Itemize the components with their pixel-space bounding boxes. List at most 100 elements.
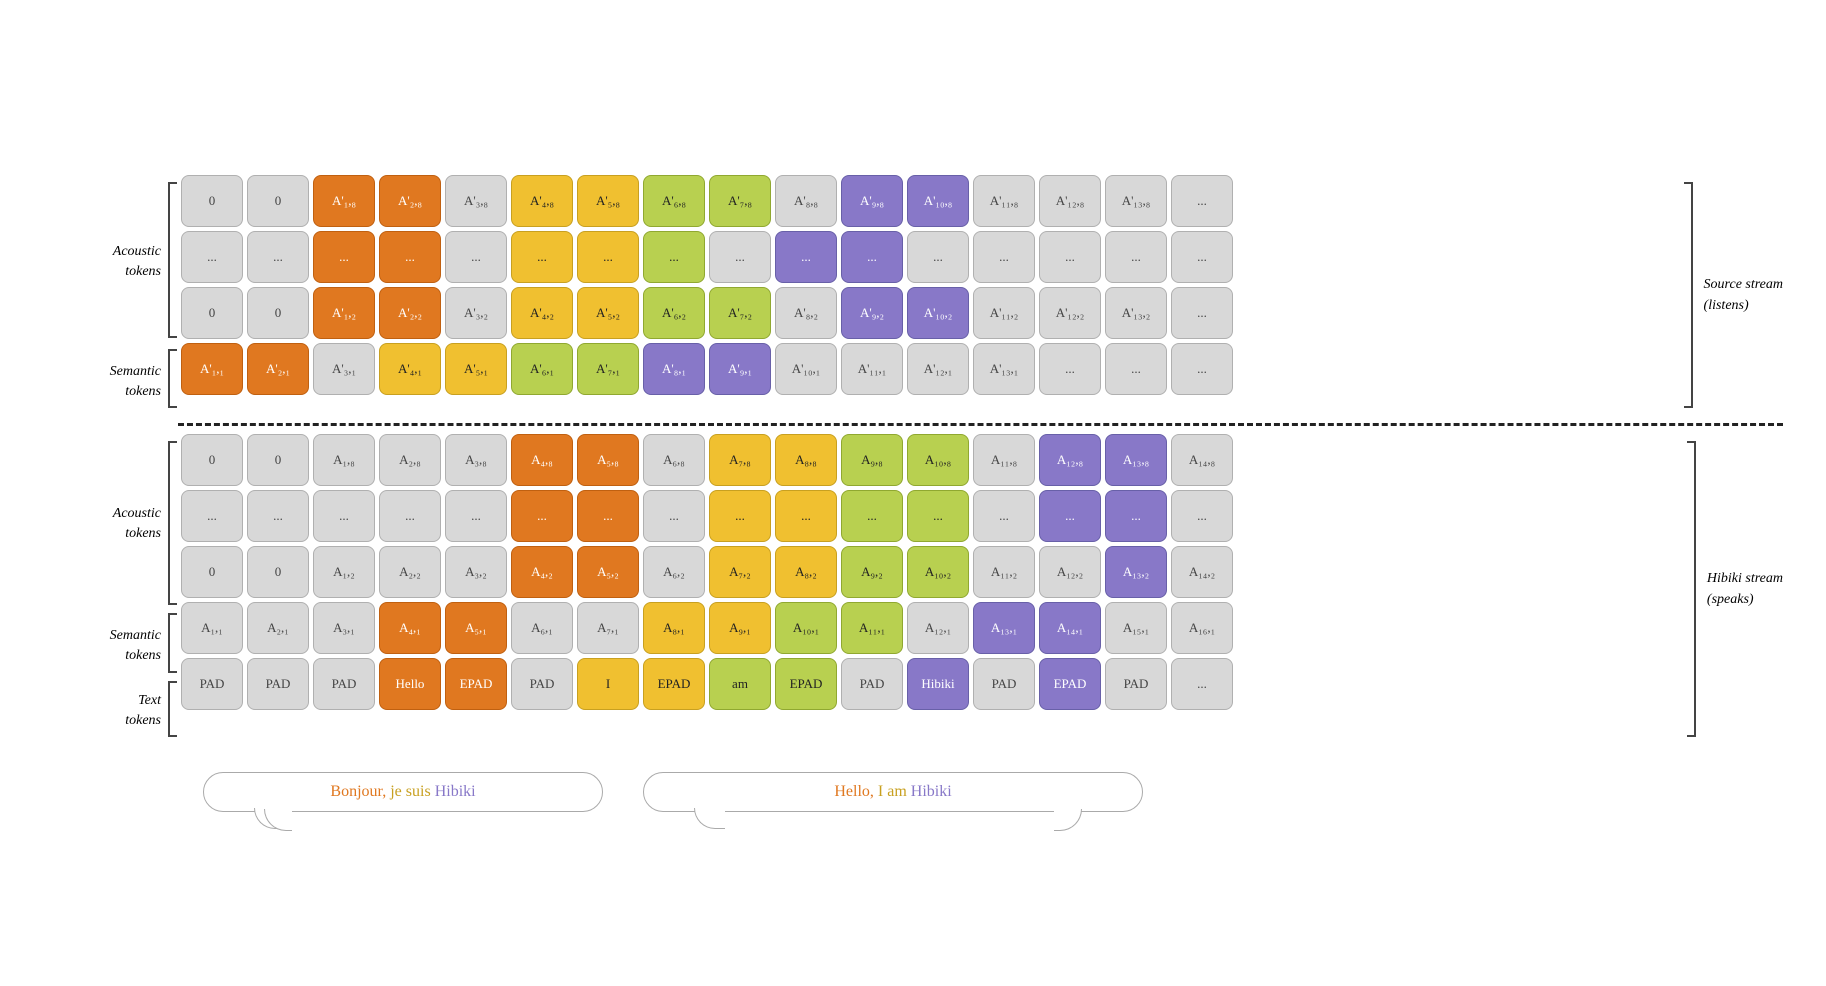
token-cell: A₇,₁ bbox=[577, 602, 639, 654]
acoustic-label-bottom: Acoustictokens bbox=[113, 436, 161, 611]
token-cell: Hello bbox=[379, 658, 441, 710]
token-cell: A₈,₁ bbox=[643, 602, 705, 654]
token-cell: PAD bbox=[841, 658, 903, 710]
token-cell: A'₁₀,₈ bbox=[907, 175, 969, 227]
speech-bubble-left: Bonjour, je suis Hibiki bbox=[203, 772, 603, 812]
token-cell: ... bbox=[379, 231, 441, 283]
token-cell: A₂,₈ bbox=[379, 434, 441, 486]
token-cell: A₃,₈ bbox=[445, 434, 507, 486]
token-cell: 0 bbox=[247, 434, 309, 486]
token-cell: A₁₄,₂ bbox=[1171, 546, 1233, 598]
token-cell: A₉,₁ bbox=[709, 602, 771, 654]
top-section: Acoustictokens Semantictokens 00A'₁,₈A'₂… bbox=[43, 175, 1783, 415]
token-cell: A'₇,₁ bbox=[577, 343, 639, 395]
token-cell: ... bbox=[775, 490, 837, 542]
token-cell: ... bbox=[709, 490, 771, 542]
token-cell: am bbox=[709, 658, 771, 710]
bottom-labels: Acoustictokens Semantictokens Texttokens bbox=[43, 434, 163, 744]
bot-acoustic-row2: ........................................… bbox=[181, 490, 1681, 542]
token-cell: A₁,₂ bbox=[313, 546, 375, 598]
token-cell: A₆,₂ bbox=[643, 546, 705, 598]
token-cell: ... bbox=[1171, 287, 1233, 339]
token-cell: A'₆,₁ bbox=[511, 343, 573, 395]
token-cell: ... bbox=[445, 231, 507, 283]
token-cell: A'₂,₈ bbox=[379, 175, 441, 227]
token-cell: A₉,₈ bbox=[841, 434, 903, 486]
bubble-right-part2: I am bbox=[878, 783, 911, 800]
token-cell: A'₁,₂ bbox=[313, 287, 375, 339]
token-cell: A'₁₁,₁ bbox=[841, 343, 903, 395]
token-cell: A'₉,₁ bbox=[709, 343, 771, 395]
bottom-token-area: 00A₁,₈A₂,₈A₃,₈A₄,₈A₅,₈A₆,₈A₇,₈A₈,₈A₉,₈A₁… bbox=[181, 434, 1681, 744]
token-cell: ... bbox=[1039, 343, 1101, 395]
token-cell: ... bbox=[445, 490, 507, 542]
hibiki-stream-label-area: Hibiki stream(speaks) bbox=[1681, 434, 1783, 744]
token-cell: A'₁₂,₁ bbox=[907, 343, 969, 395]
token-cell: ... bbox=[1105, 490, 1167, 542]
token-cell: ... bbox=[1171, 343, 1233, 395]
semantic-tokens-label-top: Semantictokens bbox=[110, 362, 161, 401]
token-cell: A'₄,₈ bbox=[511, 175, 573, 227]
bot-text-row1: PADPADPADHelloEPADPADIEPADamEPADPADHibik… bbox=[181, 658, 1681, 710]
token-cell: ... bbox=[313, 231, 375, 283]
token-cell: A'₄,₂ bbox=[511, 287, 573, 339]
token-cell: PAD bbox=[1105, 658, 1167, 710]
token-cell: PAD bbox=[511, 658, 573, 710]
token-cell: ... bbox=[709, 231, 771, 283]
token-cell: EPAD bbox=[1039, 658, 1101, 710]
token-cell: ... bbox=[841, 490, 903, 542]
token-cell: ... bbox=[973, 490, 1035, 542]
token-cell: ... bbox=[1039, 231, 1101, 283]
token-cell: 0 bbox=[247, 546, 309, 598]
bubble-left-part2: je suis bbox=[390, 783, 434, 800]
bubble-right-tail bbox=[1054, 809, 1082, 831]
token-cell: ... bbox=[181, 231, 243, 283]
token-cell: ... bbox=[1171, 490, 1233, 542]
token-cell: A₁,₁ bbox=[181, 602, 243, 654]
token-cell: ... bbox=[841, 231, 903, 283]
token-cell: ... bbox=[643, 231, 705, 283]
token-cell: A₁₂,₁ bbox=[907, 602, 969, 654]
token-cell: A'₆,₂ bbox=[643, 287, 705, 339]
token-cell: A₁₁,₈ bbox=[973, 434, 1035, 486]
acoustic-tokens-label-bottom: Acoustictokens bbox=[113, 504, 161, 543]
token-cell: A'₅,₂ bbox=[577, 287, 639, 339]
token-cell: ... bbox=[577, 231, 639, 283]
token-cell: A₅,₂ bbox=[577, 546, 639, 598]
bot-acoustic-row3: 00A₁,₂A₂,₂A₃,₂A₄,₂A₅,₂A₆,₂A₇,₂A₈,₂A₉,₂A₁… bbox=[181, 546, 1681, 598]
token-cell: A₅,₁ bbox=[445, 602, 507, 654]
token-cell: ... bbox=[1039, 490, 1101, 542]
main-container: Acoustictokens Semantictokens 00A'₁,₈A'₂… bbox=[33, 155, 1793, 832]
token-cell: A₄,₁ bbox=[379, 602, 441, 654]
token-cell: A'₅,₈ bbox=[577, 175, 639, 227]
token-cell: A₁₀,₂ bbox=[907, 546, 969, 598]
token-cell: A₁₃,₈ bbox=[1105, 434, 1167, 486]
token-cell: A'₃,₈ bbox=[445, 175, 507, 227]
token-cell: A'₁₃,₁ bbox=[973, 343, 1035, 395]
token-cell: ... bbox=[907, 231, 969, 283]
hibiki-stream-label: Hibiki stream(speaks) bbox=[1701, 568, 1783, 610]
source-stream-label-area: Source stream(listens) bbox=[1678, 175, 1783, 415]
token-cell: A'₁₂,₈ bbox=[1039, 175, 1101, 227]
top-acoustic-row2: ........................................… bbox=[181, 231, 1678, 283]
token-cell: ... bbox=[379, 490, 441, 542]
bubble-left-part1: Bonjour, bbox=[330, 783, 390, 800]
speech-bubbles-area: Bonjour, je suis Hibiki Hello, I am Hibi… bbox=[203, 772, 1783, 812]
token-cell: A'₉,₈ bbox=[841, 175, 903, 227]
token-cell: PAD bbox=[313, 658, 375, 710]
token-cell: ... bbox=[1105, 231, 1167, 283]
text-label-bottom: Texttokens bbox=[125, 681, 161, 741]
token-cell: A'₈,₁ bbox=[643, 343, 705, 395]
token-cell: A₆,₁ bbox=[511, 602, 573, 654]
token-cell: A₁₁,₂ bbox=[973, 546, 1035, 598]
token-cell: A'₇,₈ bbox=[709, 175, 771, 227]
token-cell: EPAD bbox=[775, 658, 837, 710]
acoustic-label-top: Acoustictokens bbox=[113, 177, 161, 347]
token-cell: A'₁₁,₈ bbox=[973, 175, 1035, 227]
token-cell: A₄,₂ bbox=[511, 546, 573, 598]
token-cell: A'₃,₁ bbox=[313, 343, 375, 395]
token-cell: A'₂,₂ bbox=[379, 287, 441, 339]
token-cell: PAD bbox=[181, 658, 243, 710]
token-cell: A₁₆,₁ bbox=[1171, 602, 1233, 654]
token-cell: A'₆,₈ bbox=[643, 175, 705, 227]
